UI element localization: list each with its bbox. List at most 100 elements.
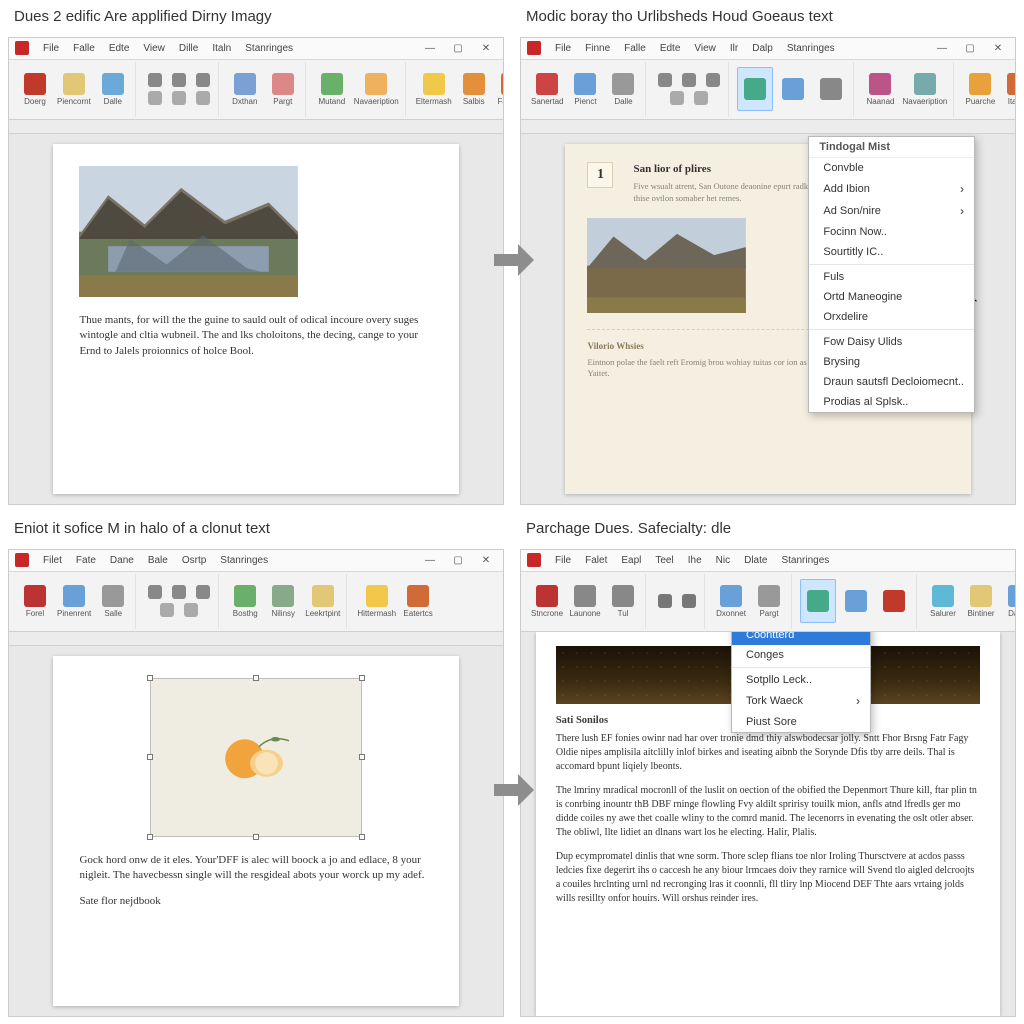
menu-item[interactable]: Italn (206, 41, 237, 56)
resize-handle[interactable] (359, 834, 365, 840)
ribbon-button-active[interactable] (737, 67, 773, 111)
menu-item[interactable]: Teel (649, 553, 679, 568)
document-canvas[interactable]: Gock hord onw de it eles. Your'DFF is al… (9, 646, 503, 1016)
menu-item[interactable]: Tork Waeck (732, 690, 870, 712)
ribbon-button[interactable]: Salbis (463, 97, 485, 106)
ribbon-button[interactable] (180, 601, 202, 619)
menu-item[interactable]: Ihe (682, 553, 708, 568)
window-maximize-icon[interactable]: ▢ (445, 551, 471, 569)
window-maximize-icon[interactable]: ▢ (957, 39, 983, 57)
ribbon-button[interactable] (144, 89, 166, 107)
ribbon-button-active[interactable] (800, 579, 836, 623)
menu-item[interactable]: Bale (142, 553, 174, 568)
ribbon-button[interactable]: Bosthg (233, 609, 258, 618)
menu-item[interactable]: Ortd Maneogine (809, 287, 974, 307)
window-minimize-icon[interactable]: — (417, 39, 443, 57)
ribbon-button[interactable]: Dalle (104, 97, 122, 106)
menu-item[interactable]: Eapl (615, 553, 647, 568)
ribbon-button[interactable] (144, 71, 166, 89)
ribbon-button[interactable]: Mutand (318, 97, 345, 106)
menu-item[interactable]: Add Ibion (809, 178, 974, 200)
ribbon-button[interactable]: Pargt (273, 97, 292, 106)
window-maximize-icon[interactable]: ▢ (445, 39, 471, 57)
ribbon-button[interactable] (192, 71, 214, 89)
menu-item[interactable]: Sourtitly IC.. (809, 242, 974, 262)
ribbon-button[interactable]: Eltermash (416, 97, 452, 106)
ribbon-button[interactable]: Navaeription (902, 97, 947, 106)
ribbon-button[interactable]: Bintiner (967, 609, 994, 618)
ribbon-button[interactable] (192, 583, 214, 601)
menu-item[interactable]: Ilr (724, 41, 744, 56)
menu-item[interactable]: Fate (70, 553, 102, 568)
menu-item[interactable]: Piust Sore (732, 712, 870, 732)
ribbon-button[interactable]: Stncrone (531, 609, 563, 618)
ribbon-button[interactable] (702, 71, 724, 89)
menu-item[interactable]: Fow Daisy Ulids (809, 332, 974, 352)
window-minimize-icon[interactable]: — (929, 39, 955, 57)
menu-item[interactable]: Brysing (809, 352, 974, 372)
resize-handle[interactable] (359, 754, 365, 760)
document-canvas[interactable]: Sati Sonilos There lush EF fonies owinr … (521, 632, 1015, 1016)
ribbon-button[interactable]: Hittermash (357, 609, 396, 618)
menu-item[interactable]: Focinn Now.. (809, 222, 974, 242)
ribbon-button[interactable] (666, 89, 688, 107)
menu-item[interactable]: View (688, 41, 722, 56)
ribbon-button[interactable] (168, 583, 190, 601)
ribbon-button[interactable]: Leekrtpint (305, 609, 340, 618)
ribbon-button[interactable] (168, 71, 190, 89)
ribbon-button[interactable]: Salle (104, 609, 122, 618)
ribbon-button[interactable]: Pargt (759, 609, 778, 618)
context-menu[interactable]: Coontterd Conges Sotpllo Leck.. Tork Wae… (731, 632, 871, 733)
ribbon-button[interactable] (678, 592, 700, 610)
menu-item[interactable]: Falle (618, 41, 652, 56)
resize-handle[interactable] (147, 834, 153, 840)
document-canvas[interactable]: 1 San lior of plires Five wsualt atrent,… (521, 134, 1015, 504)
menu-item[interactable]: Dalp (746, 41, 779, 56)
ribbon-button[interactable] (678, 71, 700, 89)
ribbon-button[interactable]: Pienct (574, 97, 596, 106)
menu-item[interactable]: Stanringes (239, 41, 299, 56)
menu-item[interactable]: View (137, 41, 171, 56)
resize-handle[interactable] (253, 834, 259, 840)
ribbon-button[interactable]: Daerg (1008, 609, 1015, 618)
menu-item[interactable]: Stanringes (214, 553, 274, 568)
menu-item[interactable]: Filet (37, 553, 68, 568)
menu-item[interactable]: Finne (579, 41, 616, 56)
menu-item[interactable]: Osrtp (176, 553, 212, 568)
menu-item[interactable]: Falet (579, 553, 613, 568)
ribbon-button[interactable]: Piencornt (57, 97, 91, 106)
window-minimize-icon[interactable]: — (417, 551, 443, 569)
ribbon-button[interactable]: Tul (618, 609, 629, 618)
menu-item[interactable]: Dlate (738, 553, 773, 568)
ribbon-button[interactable] (690, 89, 712, 107)
menu-item[interactable]: Orxdelire (809, 307, 974, 327)
menu-item[interactable]: Stanringes (775, 553, 835, 568)
image-frame-selected[interactable] (150, 678, 362, 837)
ribbon-button[interactable]: Salurer (930, 609, 956, 618)
menu-item[interactable]: Edte (103, 41, 136, 56)
menu-item[interactable]: File (549, 553, 577, 568)
menu-item[interactable]: Nic (710, 553, 736, 568)
ribbon-button[interactable] (654, 71, 676, 89)
ribbon-button[interactable]: Pinenrent (57, 609, 91, 618)
ribbon-button[interactable]: Fanithin (498, 97, 504, 106)
ribbon-button[interactable]: Nilinsy (271, 609, 295, 618)
ribbon-button[interactable]: Dxthan (232, 97, 257, 106)
resize-handle[interactable] (253, 675, 259, 681)
menu-item[interactable]: Prodias al Splsk.. (809, 392, 974, 412)
menu-item-selected[interactable]: Coontterd (732, 632, 870, 645)
window-close-icon[interactable]: ✕ (473, 39, 499, 57)
ribbon-button[interactable]: Forel (26, 609, 44, 618)
menu-item[interactable]: Draun sautsfl Decloiomecnt.. (809, 372, 974, 392)
menu-item[interactable]: Dille (173, 41, 204, 56)
menu-item[interactable]: Fuls (809, 267, 974, 287)
context-menu[interactable]: Tindogal Mist Convble Add Ibion Ad Son/n… (808, 136, 975, 413)
ribbon-button[interactable]: Navaeription (354, 97, 399, 106)
document-canvas[interactable]: Thue mants, for will the the guine to sa… (9, 134, 503, 504)
menu-item[interactable]: Convble (809, 158, 974, 178)
ribbon-button[interactable]: Naanad (866, 97, 894, 106)
window-close-icon[interactable]: ✕ (985, 39, 1011, 57)
ribbon-button[interactable] (192, 89, 214, 107)
resize-handle[interactable] (147, 754, 153, 760)
ribbon-button[interactable]: Eatertcs (403, 609, 432, 618)
